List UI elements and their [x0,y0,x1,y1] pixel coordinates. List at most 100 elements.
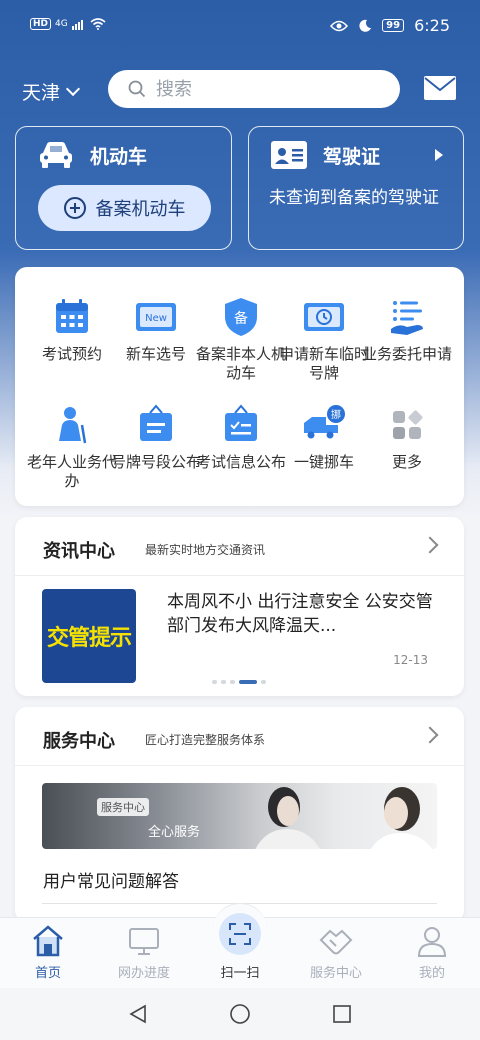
service-center-title: 服务中心 [43,731,115,752]
arrow-right-icon [435,149,443,161]
shield-badge-icon: 备 [225,298,257,336]
service-banner[interactable]: 服务中心 全心服务 [42,783,437,849]
banner-subtitle: 全心服务 [148,825,201,840]
service-temp-plate[interactable]: 申请新车临时号牌 [279,295,369,383]
service-plate-range[interactable]: 号牌号段公布 [111,403,201,472]
city-name: 天津 [22,82,61,104]
vehicle-card[interactable]: 机动车 备案机动车 [15,126,232,250]
divider [15,765,464,766]
banner-label: 服务中心 [97,798,149,816]
agent-photo [371,787,433,849]
service-label: 更多 [391,453,422,471]
service-register-others-vehicle[interactable]: 备 备案非本人机动车 [196,295,286,383]
license-card[interactable]: 驾驶证 未查询到备案的驾驶证 [248,126,464,250]
add-vehicle-button[interactable]: 备案机动车 [38,185,211,231]
news-subtitle: 最新实时地方交通资讯 [145,543,266,557]
svg-text:挪: 挪 [331,408,341,421]
svg-text:备: 备 [234,310,248,327]
nav-home[interactable]: 首页 [0,924,96,981]
nav-service-label: 服务中心 [309,966,362,981]
carousel-dot [230,680,235,684]
service-exam-booking[interactable]: 考试预约 [27,295,117,364]
service-more[interactable]: 更多 [362,403,452,472]
svg-text:New: New [145,313,167,324]
divider [15,575,464,576]
search-bar[interactable] [108,70,400,108]
id-card-icon [271,141,307,169]
city-selector[interactable]: 天津 [22,78,81,105]
clock: 6:25 [414,16,450,35]
agent-photo [255,787,320,849]
car-icon [40,142,72,168]
search-icon [128,80,146,98]
add-vehicle-label: 备案机动车 [95,199,186,220]
wifi-icon [90,18,106,30]
system-nav-bar [0,988,480,1040]
faq-link[interactable]: 用户常见问题解答 [43,867,179,892]
news-thumbnail[interactable]: 交管提示 [42,589,136,683]
news-thumbnail-text: 交管提示 [46,625,132,651]
news-date: 12-13 [393,653,428,667]
scan-icon [229,923,251,945]
chevron-right-icon[interactable] [421,726,439,744]
back-icon[interactable] [128,1004,148,1024]
calendar-icon [56,299,88,333]
service-label: 新车选号 [125,345,186,363]
news-headline[interactable]: 本周风不小 出行注意安全 公安交管部门发布大风降温天... [167,590,437,638]
license-card-title: 驾驶证 [323,145,381,168]
monitor-icon [129,928,159,955]
signal-icon [71,20,83,30]
recents-icon[interactable] [332,1004,352,1024]
battery-level: 99 [382,19,405,32]
chevron-down-icon [65,81,81,96]
status-bar: HD 4G 99 6:25 [0,0,480,54]
license-card-message: 未查询到备案的驾驶证 [269,188,439,208]
user-icon [417,927,447,957]
home-circle-icon[interactable] [229,1003,251,1025]
services-grid: 考试预约 New 新车选号 备 备案非本人机动车 申请新车临时号牌 业务委托申请… [15,267,464,506]
handshake-icon [319,929,353,955]
nav-progress[interactable]: 网办进度 [96,924,192,981]
service-center-subtitle: 匠心打造完整服务体系 [145,733,266,747]
search-input[interactable] [156,78,376,100]
scan-button[interactable] [219,913,261,955]
exam-board-icon [225,404,257,441]
plate-board-icon [140,404,172,441]
plus-circle-icon [63,197,86,219]
nav-mine[interactable]: 我的 [384,924,480,981]
carousel-dot-active [239,680,257,684]
new-plate-icon: New [136,303,176,331]
service-label: 一键挪车 [293,453,354,471]
news-center: 资讯中心 最新实时地方交通资讯 交管提示 本周风不小 出行注意安全 公安交管部门… [15,517,464,696]
service-label: 号牌号段公布 [111,453,202,471]
tow-truck-icon: 挪 [304,405,345,439]
chevron-right-icon[interactable] [421,536,439,554]
mail-icon[interactable] [424,76,456,100]
service-label: 考试信息公布 [196,453,287,471]
vehicle-card-title: 机动车 [90,145,148,168]
service-label: 申请新车临时号牌 [279,345,370,382]
moon-icon [359,19,372,32]
carousel-dot [221,680,226,684]
service-label: 考试预约 [41,345,102,363]
nav-home-label: 首页 [34,966,61,981]
nav-service[interactable]: 服务中心 [288,924,384,981]
service-elderly-agent[interactable]: 老年人业务代办 [27,403,117,491]
elderly-person-icon [59,407,87,444]
more-grid-icon [393,410,423,439]
service-center: 服务中心 匠心打造完整服务体系 服务中心 全心服务 用户常见问题解答 [15,707,464,922]
service-label: 备案非本人机动车 [196,345,287,382]
nav-mine-label: 我的 [418,966,445,981]
service-new-plate[interactable]: New 新车选号 [111,295,201,364]
carousel-dot [212,680,217,684]
news-title: 资讯中心 [43,541,115,562]
service-label: 老年人业务代办 [27,453,118,490]
carousel-dot [261,680,266,684]
service-business-delegate[interactable]: 业务委托申请 [362,295,452,364]
service-exam-info[interactable]: 考试信息公布 [196,403,286,472]
eye-icon [330,20,349,31]
carousel-indicator [212,680,266,684]
temp-plate-icon [304,303,344,331]
scan-label: 扫一扫 [220,966,260,981]
service-move-car[interactable]: 挪 一键挪车 [279,403,369,472]
